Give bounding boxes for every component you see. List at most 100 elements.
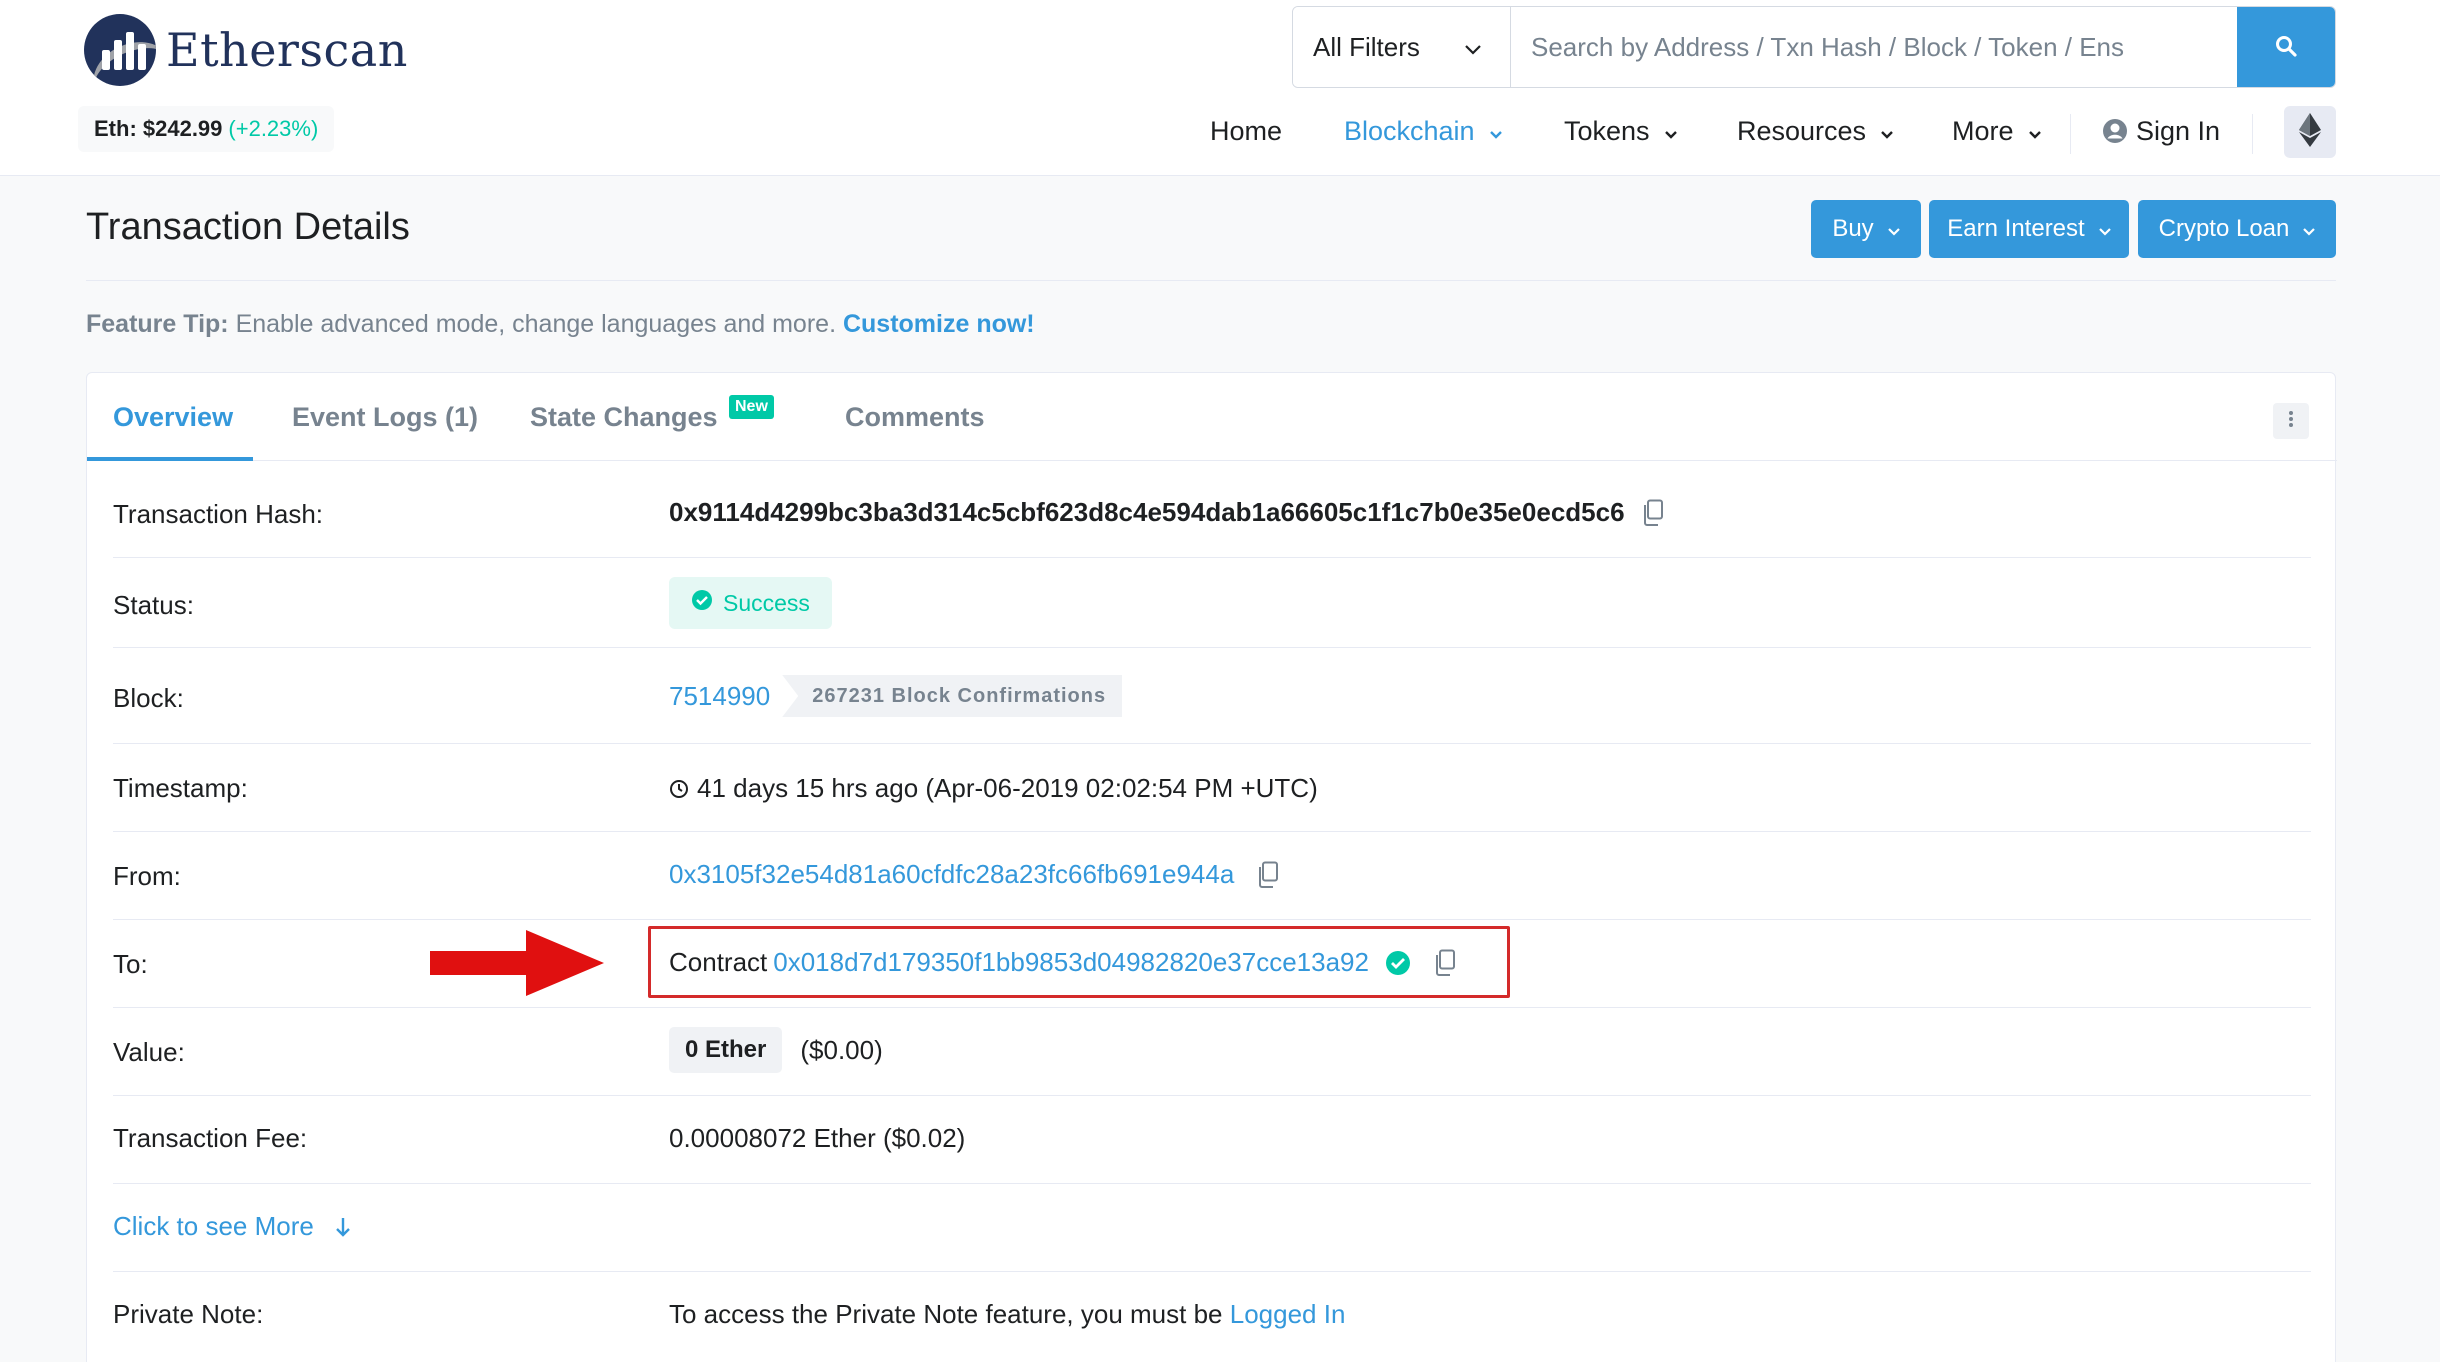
new-badge: New <box>729 395 774 419</box>
from-label: From: <box>113 861 181 891</box>
earn-interest-label: Earn Interest <box>1947 215 2085 242</box>
fee-label: Transaction Fee: <box>113 1123 308 1153</box>
to-label: To: <box>113 949 148 979</box>
chevron-down-icon <box>1664 116 1678 147</box>
crypto-loan-label: Crypto Loan <box>2158 215 2290 242</box>
transaction-card: Overview Event Logs (1) State Changes Ne… <box>86 372 2337 1362</box>
row-divider <box>113 1095 2311 1096</box>
private-note-label: Private Note: <box>113 1299 264 1329</box>
user-circle-icon <box>2102 118 2128 144</box>
status-badge: Success <box>669 577 832 629</box>
title-divider <box>86 280 2336 281</box>
row-divider <box>113 1271 2311 1272</box>
copy-icon[interactable] <box>1641 499 1665 527</box>
from-address-link[interactable]: 0x3105f32e54d81a60cfdfc28a23fc66fb691e94… <box>669 859 1234 890</box>
see-more-label: Click to see More <box>113 1211 314 1241</box>
nav-more-label: More <box>1952 115 2014 146</box>
private-note-text: To access the Private Note feature, you … <box>669 1299 1230 1329</box>
highlight-box <box>648 926 1510 998</box>
fee-text: 0.00008072 Ether ($0.02) <box>669 1123 966 1153</box>
row-divider <box>113 557 2311 558</box>
login-link[interactable]: Logged In <box>1230 1299 1346 1330</box>
block-value: 7514990 267231 Block Confirmations <box>669 675 1123 717</box>
nav-tokens-label: Tokens <box>1564 115 1650 146</box>
nav-blockchain[interactable]: Blockchain <box>1344 108 1503 154</box>
active-tab-indicator <box>87 457 253 461</box>
customize-link[interactable]: Customize now! <box>843 310 1035 338</box>
block-link[interactable]: 7514990 <box>669 681 770 712</box>
tx-hash-label: Transaction Hash: <box>113 499 324 529</box>
more-options-button[interactable] <box>2273 403 2309 439</box>
row-divider <box>113 831 2311 832</box>
block-label: Block: <box>113 683 184 713</box>
feature-tip-text: Enable advanced mode, change languages a… <box>228 310 843 338</box>
tab-overview[interactable]: Overview <box>113 373 233 461</box>
chevron-down-icon <box>2098 215 2111 243</box>
etherscan-logo[interactable]: Etherscan <box>84 12 408 88</box>
row-divider <box>113 743 2311 744</box>
nav-resources-label: Resources <box>1737 115 1867 146</box>
filter-select[interactable]: All Filters <box>1293 7 1511 87</box>
tx-hash-value: 0x9114d4299bc3ba3d314c5cbf623d8c4e594dab… <box>669 497 1665 528</box>
from-value: 0x3105f32e54d81a60cfdfc28a23fc66fb691e94… <box>669 859 1280 890</box>
nav-resources[interactable]: Resources <box>1737 108 1894 154</box>
row-divider <box>113 1007 2311 1008</box>
feature-tip: Feature Tip: Enable advanced mode, chang… <box>86 310 1035 339</box>
ethereum-icon <box>2299 112 2321 152</box>
nav-tokens[interactable]: Tokens <box>1564 108 1678 154</box>
status-text: Success <box>723 589 810 616</box>
nav-blockchain-label: Blockchain <box>1344 115 1475 146</box>
row-divider <box>113 1183 2311 1184</box>
copy-icon[interactable] <box>1256 861 1280 889</box>
earn-interest-button[interactable]: Earn Interest <box>1929 200 2129 258</box>
chevron-down-icon <box>2028 116 2042 147</box>
search-bar: All Filters <box>1292 6 2336 88</box>
row-divider <box>113 647 2311 648</box>
network-switch[interactable] <box>2284 106 2336 158</box>
chevron-down-icon <box>1880 116 1894 147</box>
check-circle-icon <box>691 589 713 617</box>
search-button[interactable] <box>2237 7 2335 87</box>
see-more-link[interactable]: Click to see More <box>113 1211 352 1242</box>
value-usd: ($0.00) <box>800 1034 883 1065</box>
main-nav: Home Blockchain Tokens Resources More Si… <box>0 108 2440 154</box>
sign-in-link[interactable]: Sign In <box>2102 108 2220 154</box>
nav-more[interactable]: More <box>1952 108 2042 154</box>
red-arrow-icon <box>430 930 604 996</box>
arrow-down-icon <box>334 1216 352 1238</box>
site-header: Etherscan Eth: $242.99 (+2.23%) All Filt… <box>0 0 2440 176</box>
vertical-dots-icon <box>2288 410 2294 433</box>
chevron-down-icon <box>2303 215 2316 243</box>
buy-button[interactable]: Buy <box>1811 200 1921 258</box>
search-icon <box>2274 34 2298 61</box>
chevron-down-icon <box>1489 116 1503 147</box>
ether-amount-badge: 0 Ether <box>669 1027 783 1073</box>
feature-tip-label: Feature Tip: <box>86 310 229 338</box>
tab-comments[interactable]: Comments <box>845 373 985 461</box>
tab-event-logs[interactable]: Event Logs (1) <box>292 373 478 461</box>
timestamp-label: Timestamp: <box>113 773 248 803</box>
timestamp-value: 41 days 15 hrs ago (Apr-06-2019 02:02:54… <box>669 773 1318 804</box>
status-value: Success <box>669 577 832 629</box>
logo-text: Etherscan <box>166 23 408 77</box>
block-confirmations: 267231 Block Confirmations <box>782 675 1123 717</box>
chevron-down-icon <box>1887 215 1900 243</box>
tab-bar: Overview Event Logs (1) State Changes Ne… <box>87 373 2337 461</box>
value-value: 0 Ether ($0.00) <box>669 1027 883 1073</box>
tab-state-changes[interactable]: State Changes <box>530 373 718 461</box>
nav-home[interactable]: Home <box>1210 108 1282 154</box>
clock-icon <box>669 779 689 799</box>
private-note-value: To access the Private Note feature, you … <box>669 1299 1345 1330</box>
row-divider <box>113 919 2311 920</box>
filter-select-value: All Filters <box>1313 31 1420 62</box>
logo-icon <box>84 14 156 86</box>
chevron-down-icon <box>1464 32 1482 63</box>
page-title: Transaction Details <box>86 206 410 248</box>
search-input[interactable] <box>1511 7 2237 87</box>
crypto-loan-button[interactable]: Crypto Loan <box>2138 200 2336 258</box>
sign-in-label: Sign In <box>2136 115 2221 146</box>
nav-divider <box>2070 114 2071 154</box>
buy-button-label: Buy <box>1832 215 1874 242</box>
status-label: Status: <box>113 590 194 620</box>
nav-divider <box>2252 114 2253 154</box>
